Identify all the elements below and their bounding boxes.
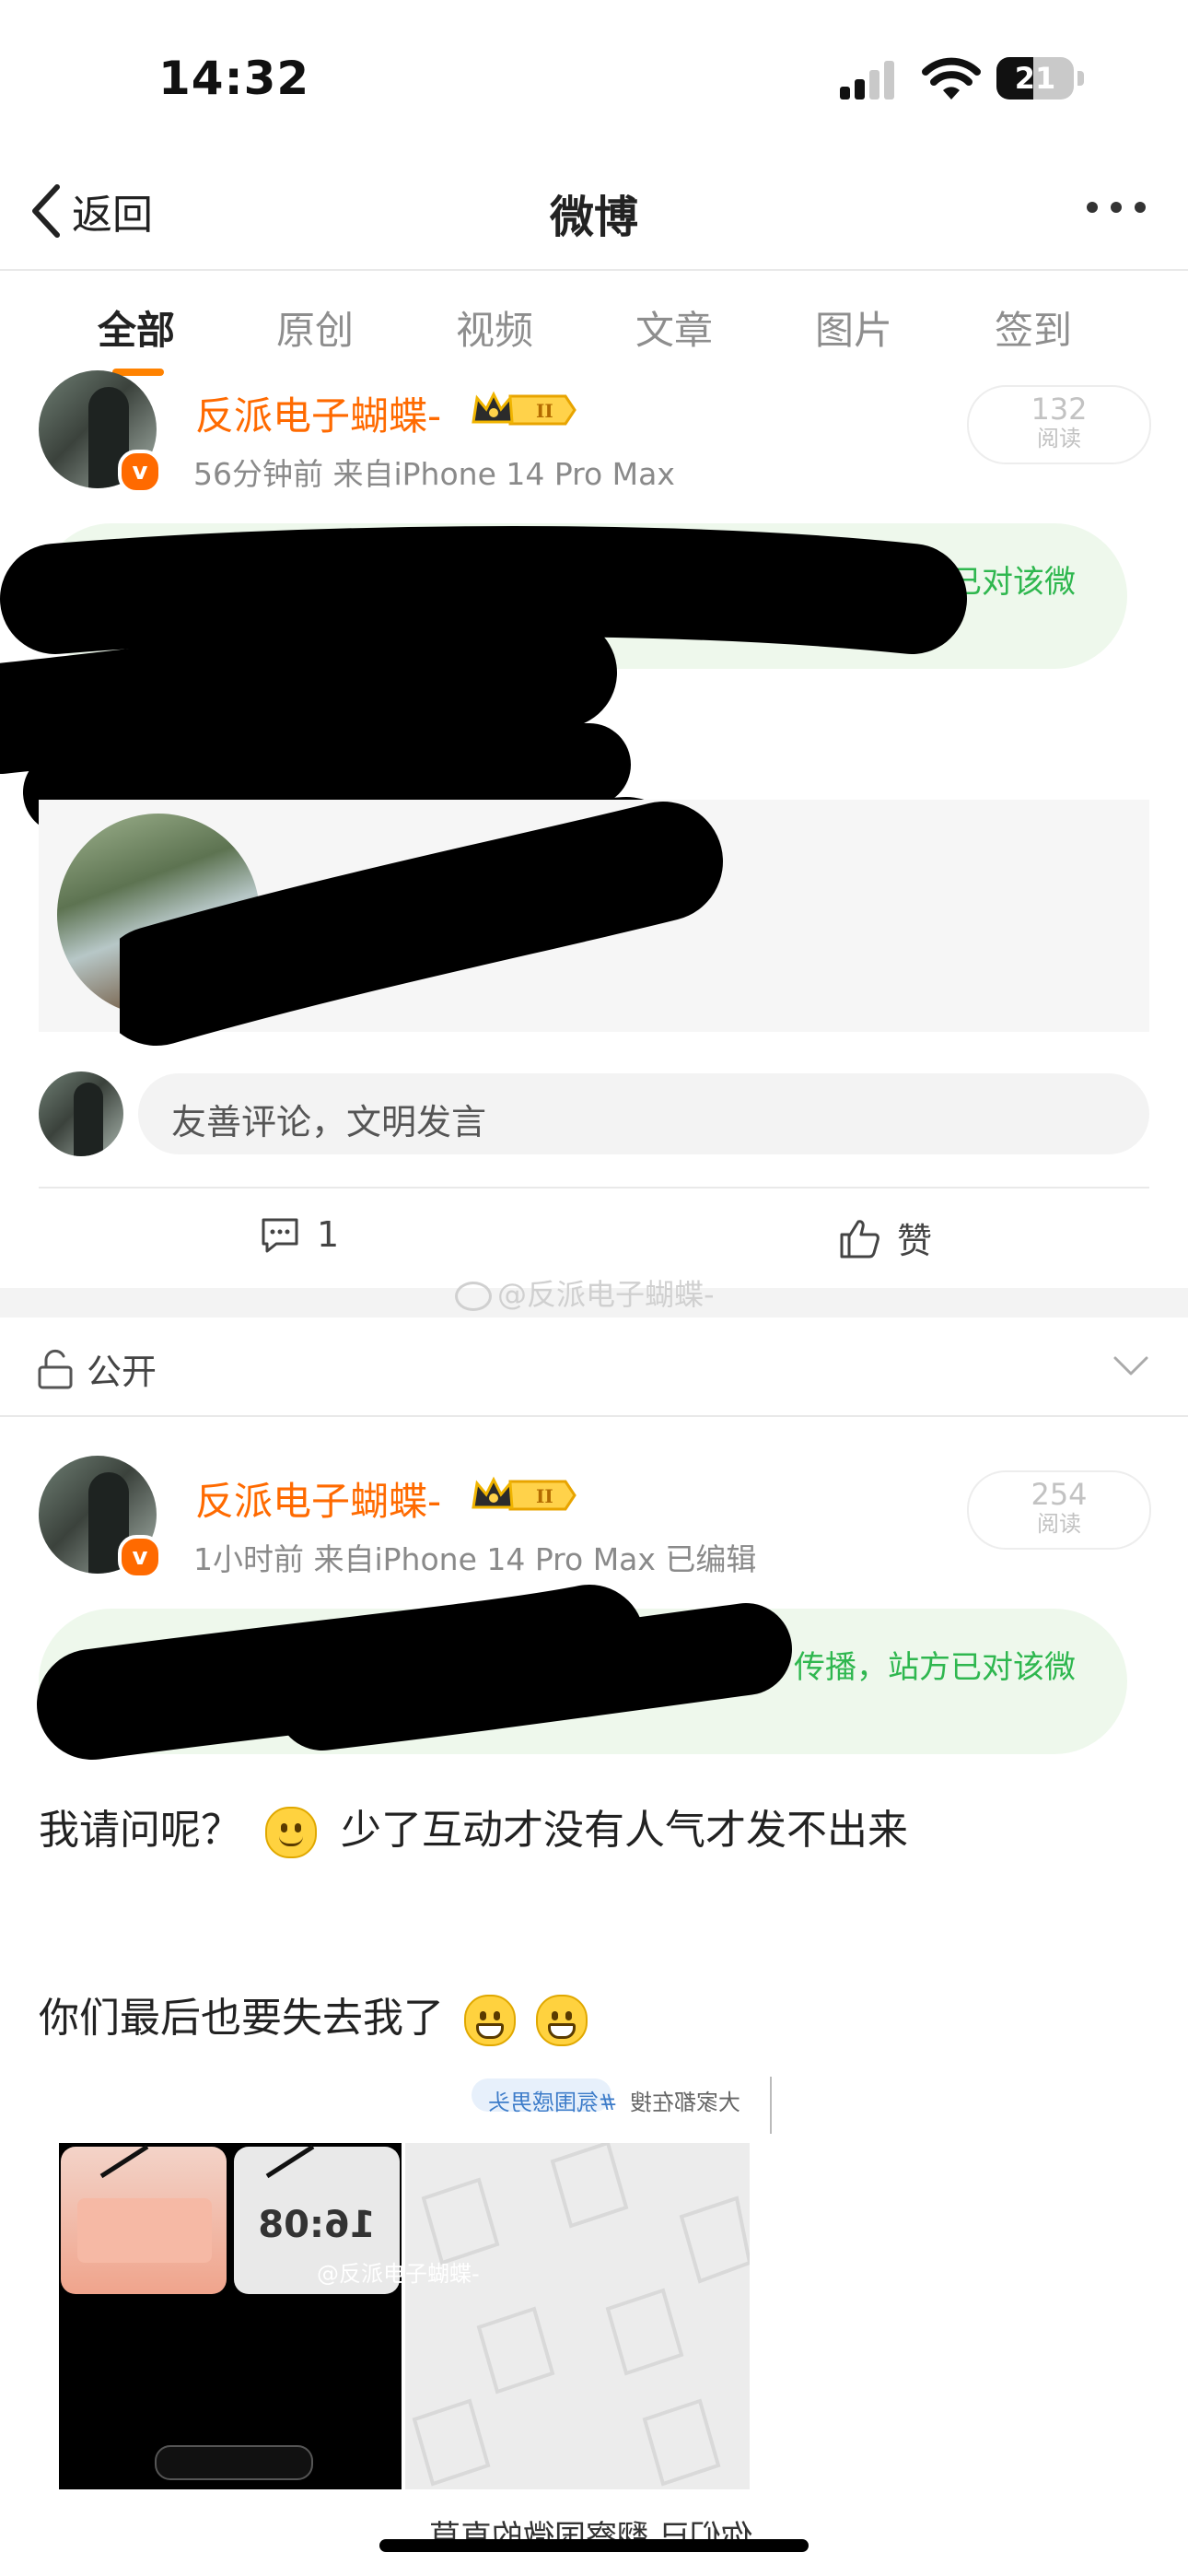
home-indicator	[379, 2539, 809, 2552]
post2-reads: 254	[1031, 1477, 1088, 1512]
tab-all[interactable]: 全部	[98, 299, 175, 356]
post2-text-c: 你们最后也要失去我了	[39, 1995, 444, 2042]
image-tag: #氛围感男头	[488, 2090, 618, 2115]
svg-text:II: II	[536, 400, 553, 422]
image-divider	[770, 2077, 772, 2134]
tab-video[interactable]: 视频	[456, 299, 533, 356]
post1-username[interactable]: 反派电子蝴蝶-	[195, 385, 441, 441]
verified-badge-icon: v	[118, 450, 162, 494]
post1-read-count: 132 阅读	[967, 385, 1151, 464]
comment-input[interactable]: 友善评论，文明发言	[138, 1073, 1149, 1154]
image-card-left-inner	[77, 2198, 212, 2263]
post2-text-b: 少了互动才没有人气才发不出来	[341, 1807, 908, 1854]
divider	[0, 1415, 1188, 1417]
image-bottom-bar	[155, 2445, 313, 2480]
post2-image-placeholder[interactable]	[405, 2140, 752, 2489]
status-time: 14:32	[158, 52, 310, 105]
weibo-watermark: @反派电子蝴蝶-	[455, 1271, 715, 1314]
more-options-icon[interactable]	[1083, 193, 1149, 221]
like-button[interactable]: 赞	[838, 1212, 932, 1263]
unlock-icon	[38, 1349, 73, 1388]
tab-original[interactable]: 原创	[276, 299, 354, 356]
redaction-scribble	[120, 802, 723, 1046]
my-avatar	[39, 1071, 123, 1156]
like-label: 赞	[897, 1221, 933, 1261]
vip-crown-badge-icon: II	[472, 391, 577, 426]
visibility-selector[interactable]: 公开	[37, 1343, 157, 1394]
wifi-icon	[922, 57, 981, 100]
vip-crown-badge-icon: II	[472, 1476, 577, 1511]
image-loading-pattern-icon	[412, 2140, 752, 2487]
visibility-label: 公开	[87, 1352, 157, 1392]
comment-count: 1	[317, 1214, 340, 1255]
grin-emoji-icon	[464, 1995, 516, 2046]
tab-checkin[interactable]: 签到	[995, 299, 1072, 356]
tab-image[interactable]: 图片	[815, 299, 892, 356]
chevron-down-icon[interactable]	[1112, 1354, 1149, 1378]
post1-reads: 132	[1031, 392, 1088, 427]
post2-read-count: 254 阅读	[967, 1470, 1151, 1550]
grin-emoji-icon	[536, 1995, 588, 2046]
comment-icon	[262, 1218, 298, 1253]
post2-text-line1: 我请问呢？ 少了互动才没有人气才发不出来	[39, 1797, 908, 1858]
post2-text-a: 我请问呢？	[39, 1807, 241, 1854]
image-watermark-text: @反派电子蝴蝶-	[317, 2261, 480, 2287]
divider	[0, 269, 1188, 271]
weibo-logo-icon	[455, 1282, 492, 1311]
image-clock: 16:08	[258, 2204, 376, 2246]
post2-reads-label: 阅读	[1037, 1511, 1081, 1537]
comment-button[interactable]: 1	[260, 1214, 339, 1255]
battery-icon: 21	[996, 57, 1085, 100]
post2-text-line2: 你们最后也要失去我了	[39, 1985, 588, 2046]
post2-username[interactable]: 反派电子蝴蝶-	[195, 1470, 441, 1527]
smile-emoji-icon	[265, 1807, 317, 1858]
post1-meta: 56分钟前 来自iPhone 14 Pro Max	[193, 456, 675, 492]
tab-article[interactable]: 文章	[635, 299, 713, 356]
divider	[39, 1187, 1149, 1188]
thumbs-up-icon	[840, 1219, 879, 1258]
watermark-text: @反派电子蝴蝶-	[497, 1277, 715, 1312]
comment-placeholder: 友善评论，文明发言	[171, 1102, 487, 1142]
pen-stroke-decoration	[99, 2144, 315, 2179]
battery-level: 21	[1014, 61, 1056, 96]
page-title: 微博	[549, 192, 638, 243]
image-topbar-text: 大家都在搜	[630, 2090, 740, 2115]
cellular-signal-icon	[840, 61, 897, 100]
post1-reads-label: 阅读	[1037, 426, 1081, 451]
redaction-scribble	[37, 1585, 792, 1760]
svg-text:II: II	[536, 1485, 553, 1507]
image-watermark: @反派电子蝴蝶-	[317, 2255, 480, 2288]
